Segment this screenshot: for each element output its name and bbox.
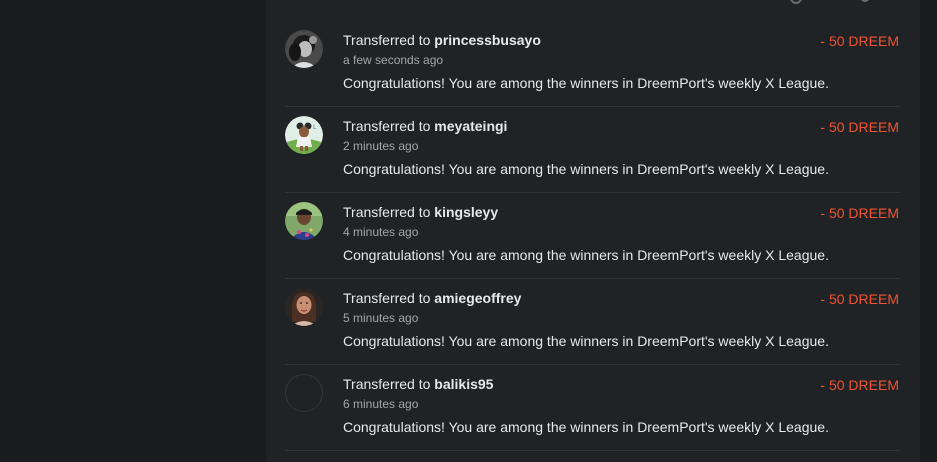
transfer-prefix: Transferred to [343, 118, 435, 134]
recipient-username[interactable]: balikis95 [434, 376, 493, 392]
transaction-time: 6 minutes ago [343, 397, 419, 411]
transaction-item: Transferred to amiegeoffrey 5 minutes ag… [285, 279, 900, 365]
transaction-title: Transferred to amiegeoffrey [343, 289, 900, 307]
transaction-content: Transferred to balikis95 6 minutes ago C… [343, 375, 900, 436]
recipient-username[interactable]: kingsleyy [434, 204, 498, 220]
recipient-username[interactable]: amiegeoffrey [434, 290, 521, 306]
transaction-amount: - 50 DREEM [820, 377, 899, 393]
transaction-message: Congratulations! You are among the winne… [343, 161, 829, 177]
settings-icon[interactable] [790, 0, 802, 4]
transactions-panel: Transferred to princessbusayo a few seco… [266, 0, 920, 462]
transaction-message: Congratulations! You are among the winne… [343, 75, 829, 91]
transaction-item: Transferred to kingsleyy 4 minutes ago C… [285, 193, 900, 279]
transaction-content: Transferred to princessbusayo a few seco… [343, 31, 900, 92]
transaction-title: Transferred to kingsleyy [343, 203, 900, 221]
transaction-time: 2 minutes ago [343, 139, 419, 153]
transaction-title: Transferred to meyateingi [343, 117, 900, 135]
transaction-title: Transferred to balikis95 [343, 375, 900, 393]
transaction-item: L Transferred to meyateingi 2 minutes ag… [285, 107, 900, 193]
transaction-content: Transferred to amiegeoffrey 5 minutes ag… [343, 289, 900, 350]
transaction-item: Transferred to princessbusayo a few seco… [285, 21, 900, 107]
transaction-content: Transferred to meyateingi 2 minutes ago … [343, 117, 900, 178]
avatar[interactable] [285, 374, 323, 412]
avatar[interactable] [285, 202, 323, 240]
transaction-message: Congratulations! You are among the winne… [343, 419, 829, 435]
avatar[interactable]: L [285, 116, 323, 154]
page: Transferred to princessbusayo a few seco… [0, 0, 937, 462]
recipient-username[interactable]: meyateingi [434, 118, 507, 134]
transaction-time: 4 minutes ago [343, 225, 419, 239]
transaction-title: Transferred to princessbusayo [343, 31, 900, 49]
transaction-amount: - 50 DREEM [820, 33, 899, 49]
transaction-message: Congratulations! You are among the winne… [343, 247, 829, 263]
transaction-feed: Transferred to princessbusayo a few seco… [285, 21, 900, 451]
transaction-time: a few seconds ago [343, 53, 444, 67]
transaction-time: 5 minutes ago [343, 311, 419, 325]
transfer-prefix: Transferred to [343, 204, 435, 220]
transaction-amount: - 50 DREEM [820, 119, 899, 135]
avatar[interactable] [285, 288, 323, 326]
transfer-prefix: Transferred to [343, 290, 435, 306]
avatar[interactable] [285, 30, 323, 68]
sort-icon[interactable] [860, 0, 870, 2]
transfer-prefix: Transferred to [343, 32, 435, 48]
transaction-amount: - 50 DREEM [820, 291, 899, 307]
recipient-username[interactable]: princessbusayo [434, 32, 541, 48]
transaction-message: Congratulations! You are among the winne… [343, 333, 829, 349]
transaction-amount: - 50 DREEM [820, 205, 899, 221]
transaction-content: Transferred to kingsleyy 4 minutes ago C… [343, 203, 900, 264]
transfer-prefix: Transferred to [343, 376, 435, 392]
transaction-item: Transferred to balikis95 6 minutes ago C… [285, 365, 900, 451]
